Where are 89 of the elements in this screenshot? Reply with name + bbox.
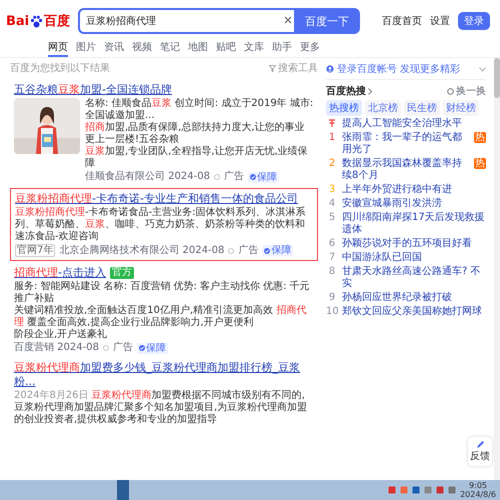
result-snippet: 2024年8月26日 豆浆粉代理商加盟费根据不同城市级别有不同的, 豆浆粉代理商加盟品牌汇聚多个知名加盟项目,为豆浆粉代理商加盟的创业投资者,提供权威参考和专业的加盟指导 xyxy=(14,390,308,426)
hot-badge: 热 xyxy=(474,132,486,143)
login-prompt-link[interactable]: 登录百度帐号 发现更多精彩 xyxy=(337,62,476,76)
result-snippet: 阶段企业,开户送豪礼 xyxy=(14,329,108,341)
hot-search-item[interactable]: 孙颖莎说对手的五环项目好看 xyxy=(342,238,472,250)
rank-number: 7 xyxy=(328,252,336,264)
official-badge: 官方 xyxy=(110,267,134,279)
info-icon xyxy=(102,345,109,351)
logo-text: Bai xyxy=(6,14,30,28)
result-source: 百度营销 2024-08 xyxy=(14,342,99,354)
result-snippet: 豆浆加盟,专业团队,全程指导,让您开店无忧,业绩保障 xyxy=(85,146,309,170)
header-link[interactable]: 设置 xyxy=(430,14,450,28)
paw-icon xyxy=(30,14,44,28)
result-title[interactable]: 五谷杂粮豆浆加盟-全国连锁品牌 xyxy=(14,83,172,97)
rank-number: 1 xyxy=(328,132,336,144)
check-icon xyxy=(138,345,145,351)
user-icon xyxy=(326,65,334,73)
ad-label: 广告 xyxy=(112,342,133,354)
ranking-tab[interactable]: 民生榜 xyxy=(404,100,440,116)
hot-search-item[interactable]: 张雨霏：我一辈子的运气都用光了 xyxy=(342,132,470,156)
result-snippet: 豆浆粉招商代理-卡布奇诺食品-主营业务:固体饮料系列、冰淇淋系列、草莓奶酪、豆浆、咖啡、巧克力奶茶、奶茶粉等种类的饮料和速冻食品-欢迎咨询 xyxy=(15,207,307,243)
result-source: 佳顺食品有限公司 2024-08 xyxy=(85,171,210,183)
hot-search-item[interactable]: 数据显示我国森林覆盖率持续8个月 xyxy=(342,158,470,182)
search-tab[interactable]: 贴吧 xyxy=(216,38,236,57)
login-button[interactable]: 登录 xyxy=(458,12,490,30)
search-tab[interactable]: 文库 xyxy=(244,38,264,57)
feedback-button[interactable]: 反馈 xyxy=(468,437,492,466)
ad-label: 广告 xyxy=(238,244,258,256)
logo-text: 百度 xyxy=(44,12,70,30)
result-count: 百度为您找到以下结果 xyxy=(10,62,110,75)
header-link[interactable]: 百度首页 xyxy=(382,14,422,28)
ranking-tab[interactable]: 财经榜 xyxy=(443,100,479,116)
taskbar-window-button[interactable] xyxy=(117,480,129,500)
hot-search-item[interactable]: 上半年外贸进行稳中有进 xyxy=(342,184,452,196)
check-icon xyxy=(250,174,256,180)
search-tab[interactable]: 网页 xyxy=(48,38,68,57)
info-icon xyxy=(214,174,220,180)
hot-search-item[interactable]: 提高人工智能安全治理水平 xyxy=(342,118,462,130)
hot-search-item[interactable]: 安徽宣城暴雨引发洪涝 xyxy=(342,198,442,210)
rank-number: 2 xyxy=(328,158,336,170)
rank-number: 4 xyxy=(328,198,336,210)
check-icon xyxy=(264,248,270,254)
clock-date: 2024/8/6 xyxy=(460,490,496,499)
search-button[interactable]: 百度一下 xyxy=(294,8,360,34)
rank-number: 6 xyxy=(328,238,336,250)
hot-search-item[interactable]: 四川绵阳南岸探17天后发现救援遗体 xyxy=(342,212,486,236)
ranking-tab[interactable]: 热搜榜 xyxy=(326,100,362,116)
hot-search-item[interactable]: 甘肃天水路丝高速公路通车? 不实 xyxy=(342,266,486,290)
search-field[interactable]: 豆浆粉招商代理 xyxy=(78,8,294,34)
scrollbar[interactable] xyxy=(494,58,500,480)
result-snippet: 关键词精准投放,全面触达百度10亿用户,精准引流更加高效 招商代理 覆盖全面高效,提高企业行业品牌影响力,开户更便利 xyxy=(14,305,308,328)
result-source: 北京企腾网络技术有限公司 2024-08 xyxy=(59,244,224,256)
filter-icon xyxy=(269,64,276,72)
site-age-tag: 官网7年 xyxy=(15,244,56,257)
guarantee-badge: 保障 xyxy=(248,172,279,182)
rank-number: 3 xyxy=(328,184,336,196)
ad-label: 广告 xyxy=(224,171,244,183)
hot-search-item[interactable]: 孙杨回应世界纪录被打破 xyxy=(342,292,452,304)
search-tab[interactable]: 图片 xyxy=(76,38,96,57)
hot-search-item[interactable]: 郑钦文回应父亲美国称她打网球 xyxy=(342,306,482,318)
rank-number: 8 xyxy=(328,266,336,278)
refresh-link[interactable]: 换一换 xyxy=(456,84,486,98)
result-title[interactable]: 豆浆粉招商代理-卡布奇诺-专业生产和销售一体的食品公司 xyxy=(15,192,298,206)
chevron-down-icon xyxy=(479,66,486,72)
ranking-tab[interactable]: 北京榜 xyxy=(365,100,401,116)
search-tab[interactable]: 更多 xyxy=(300,38,320,57)
result-snippet: 服务: 智能网站建设 名称: 百度营销 优势: 客户主动找你 优惠: 千元推广补贴 xyxy=(14,281,311,304)
hot-search-title[interactable]: 百度热搜 xyxy=(326,84,366,98)
search-tab[interactable]: 视频 xyxy=(132,38,152,57)
pen-icon xyxy=(476,440,484,449)
result-snippet: 招商加盟,品质有保障,总部扶持力度大,让您的事业更上一层楼!五谷杂粮 xyxy=(85,122,306,146)
rank-number: 10 xyxy=(326,306,338,318)
search-tab[interactable]: 助手 xyxy=(272,38,292,57)
close-icon[interactable] xyxy=(284,16,292,24)
guarantee-badge: 保障 xyxy=(262,245,294,256)
result-snippet: 名称: 佳顺食品豆浆 创立时间: 成立于2019年 城市: 全国诚邀加盟... xyxy=(85,98,314,122)
guarantee-badge: 保障 xyxy=(136,342,168,354)
rank-number: 5 xyxy=(328,212,336,224)
rank-number: 9 xyxy=(328,292,336,304)
scrollbar-thumb[interactable] xyxy=(494,58,500,98)
clock-time: 9:05 xyxy=(469,481,488,490)
hot-badge: 热 xyxy=(474,158,486,169)
info-icon xyxy=(228,248,234,254)
search-tab[interactable]: 资讯 xyxy=(104,38,124,57)
search-tab[interactable]: 笔记 xyxy=(160,38,180,57)
search-tab[interactable]: 地图 xyxy=(188,38,208,57)
refresh-icon xyxy=(447,88,454,94)
chevron-right-icon xyxy=(368,88,372,94)
hot-search-item[interactable]: 中国游泳队已回国 xyxy=(342,252,422,264)
